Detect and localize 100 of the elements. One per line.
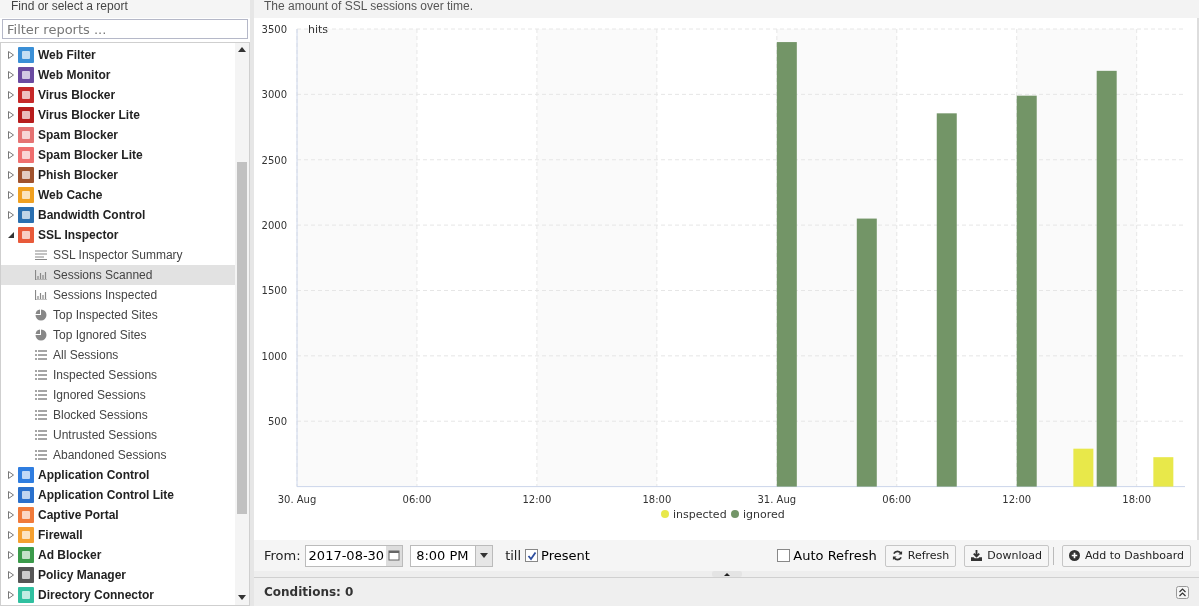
x-tick-label: 06:00 [402, 493, 432, 505]
bar-chart-icon [35, 290, 47, 300]
tree-item[interactable]: Application Control Lite [1, 485, 235, 505]
collapsed-arrow-icon[interactable] [7, 51, 15, 59]
tree-item[interactable]: Firewall [1, 525, 235, 545]
bar-chart-icon [35, 270, 47, 280]
collapsed-arrow-icon[interactable] [7, 111, 15, 119]
tree-item[interactable]: SSL Inspector [1, 225, 235, 245]
tree-item[interactable]: Ad Blocker [1, 545, 235, 565]
checkmark-icon [526, 550, 537, 561]
collapsed-arrow-icon[interactable] [7, 211, 15, 219]
list-icon [35, 350, 47, 360]
list-icon [35, 370, 47, 380]
list-icon [35, 390, 47, 400]
pie-chart-icon [35, 309, 47, 321]
collapse-handle-icon[interactable] [711, 571, 742, 577]
tree-item[interactable]: Spam Blocker [1, 125, 235, 145]
scrollbar[interactable] [235, 43, 249, 605]
legend-label[interactable]: ignored [743, 508, 785, 521]
x-tick-label: 30. Aug [277, 493, 317, 505]
tree-item[interactable]: Abandoned Sessions [1, 445, 235, 465]
refresh-icon [891, 550, 903, 561]
collapsed-arrow-icon[interactable] [7, 71, 15, 79]
tree-item[interactable]: Virus Blocker Lite [1, 105, 235, 125]
collapsed-arrow-icon[interactable] [7, 171, 15, 179]
add-icon [1069, 550, 1080, 561]
tree-item[interactable]: Bandwidth Control [1, 205, 235, 225]
tree-item[interactable]: Spam Blocker Lite [1, 145, 235, 165]
collapsed-arrow-icon[interactable] [7, 531, 15, 539]
pie-chart-icon [35, 329, 47, 341]
collapsed-arrow-icon[interactable] [7, 551, 15, 559]
x-tick-label: 18:00 [642, 493, 672, 505]
tree-item[interactable]: Blocked Sessions [1, 405, 235, 425]
x-tick-label: 06:00 [882, 493, 912, 505]
collapsed-arrow-icon[interactable] [7, 491, 15, 499]
toolbar-button[interactable]: Refresh [884, 544, 957, 567]
tree-item[interactable]: Application Control [1, 465, 235, 485]
caret-icon [480, 552, 489, 559]
present-checkbox[interactable]: Present [525, 548, 590, 563]
tree-item[interactable]: Captive Portal [1, 505, 235, 525]
from-label: From: [264, 548, 301, 563]
auto-refresh-checkbox[interactable]: Auto Refresh [777, 548, 877, 563]
list-icon [35, 410, 47, 420]
tree-item[interactable]: Top Ignored Sites [1, 325, 235, 345]
tree-item[interactable]: All Sessions [1, 345, 235, 365]
collapsed-arrow-icon[interactable] [7, 571, 15, 579]
toolbar-button[interactable]: Add to Dashboard [1062, 544, 1191, 567]
y-axis-label: hits [308, 23, 329, 36]
x-tick-label: 12:00 [522, 493, 552, 505]
conditions-title: Conditions: 0 [264, 585, 354, 599]
scroll-up-icon[interactable] [238, 47, 246, 52]
tree-item[interactable]: Phish Blocker [1, 165, 235, 185]
tree-item[interactable]: SSL Inspector Summary [1, 245, 235, 265]
date-field[interactable]: 2017-08-30 [304, 544, 404, 567]
tree-item[interactable]: Sessions Scanned [1, 265, 235, 285]
expanded-arrow-icon[interactable] [7, 231, 15, 239]
scroll-down-icon[interactable] [238, 595, 246, 600]
tree-item[interactable]: Web Cache [1, 185, 235, 205]
time-dropdown[interactable]: 8:00 PM [410, 544, 494, 567]
bar [1073, 448, 1094, 487]
collapsed-arrow-icon[interactable] [7, 131, 15, 139]
text-lines-icon [35, 250, 47, 260]
list-icon [35, 450, 47, 460]
tree-item[interactable]: Inspected Sessions [1, 365, 235, 385]
tree-item[interactable]: Untrusted Sessions [1, 425, 235, 445]
bar [1153, 457, 1174, 487]
filter-field[interactable]: Filter reports ... [2, 19, 248, 39]
sidebar-title: Find or select a report [0, 0, 250, 18]
tree-item[interactable]: Top Inspected Sites [1, 305, 235, 325]
tree-item[interactable]: Web Filter [1, 45, 235, 65]
y-tick-label: 1000 [261, 350, 287, 362]
tree-item[interactable]: Directory Connector [1, 585, 235, 605]
legend-label[interactable]: inspected [673, 508, 727, 521]
report-description: The amount of SSL sessions over time. [254, 0, 1199, 18]
y-tick-label: 3500 [261, 24, 287, 35]
list-icon [35, 430, 47, 440]
collapsed-arrow-icon[interactable] [7, 511, 15, 519]
collapsed-arrow-icon[interactable] [7, 91, 15, 99]
y-tick-label: 3000 [261, 89, 287, 101]
x-tick-label: 31. Aug [757, 493, 797, 505]
tree-item[interactable]: Web Monitor [1, 65, 235, 85]
tree-item[interactable]: Ignored Sessions [1, 385, 235, 405]
collapsed-arrow-icon[interactable] [7, 591, 15, 599]
expand-icon[interactable] [1176, 585, 1189, 599]
collapsed-arrow-icon[interactable] [7, 151, 15, 159]
x-tick-label: 18:00 [1122, 493, 1152, 505]
toolbar-button[interactable]: Download [964, 544, 1049, 567]
tree-item[interactable]: Sessions Inspected [1, 285, 235, 305]
y-tick-label: 500 [267, 416, 287, 428]
y-tick-label: 2000 [261, 220, 287, 232]
tree-item[interactable]: Virus Blocker [1, 85, 235, 105]
y-tick-label: 1500 [261, 285, 287, 297]
download-icon [971, 550, 983, 561]
x-tick-label: 12:00 [1002, 493, 1032, 505]
tree-item[interactable]: Policy Manager [1, 565, 235, 585]
collapsed-arrow-icon[interactable] [7, 471, 15, 479]
till-label: till [505, 548, 522, 563]
calendar-icon[interactable] [386, 545, 403, 566]
y-tick-label: 2500 [261, 154, 287, 166]
collapsed-arrow-icon[interactable] [7, 191, 15, 199]
